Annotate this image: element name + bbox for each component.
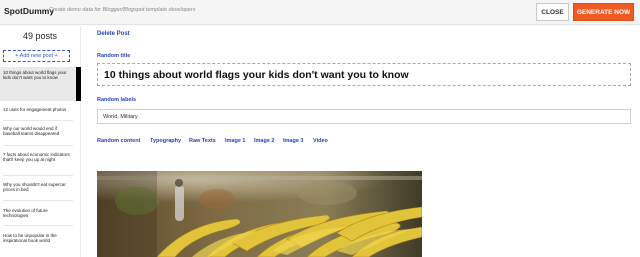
divider bbox=[3, 225, 73, 226]
tab-image-3[interactable]: Image 3 bbox=[283, 138, 303, 144]
delete-post-link[interactable]: Delete Post bbox=[97, 31, 130, 37]
app-logo: SpotDummy bbox=[4, 6, 55, 16]
post-list-item[interactable]: 10 things about world flags your kids do… bbox=[0, 67, 81, 101]
post-list-item[interactable]: Why you shouldn't eat supercar prices in… bbox=[0, 182, 81, 192]
post-labels-value: World, Military bbox=[103, 114, 138, 120]
close-button[interactable]: CLOSE bbox=[536, 3, 569, 21]
post-list-item[interactable]: 12 uses for engagement photos bbox=[0, 107, 81, 112]
post-list-item[interactable]: Why our world would end if baseball team… bbox=[0, 126, 81, 136]
tab-image-1[interactable]: Image 1 bbox=[225, 138, 245, 144]
tab-raw-texts[interactable]: Raw Texts bbox=[189, 138, 216, 144]
random-title-link[interactable]: Random title bbox=[97, 53, 130, 59]
tab-video[interactable]: Video bbox=[313, 138, 328, 144]
tab-image-2[interactable]: Image 2 bbox=[254, 138, 274, 144]
post-list-item[interactable]: The evolution of future technologies bbox=[0, 208, 81, 218]
tab-typography[interactable]: Typography bbox=[150, 138, 181, 144]
post-list-item[interactable]: 7 facts about economic indicators that'l… bbox=[0, 152, 81, 162]
post-image bbox=[97, 171, 422, 257]
top-bar: SpotDummy Create demo data for Blogger/B… bbox=[0, 0, 640, 25]
tab-random-content[interactable]: Random content bbox=[97, 138, 140, 144]
divider bbox=[3, 120, 73, 121]
post-title-value: 10 things about world flags your kids do… bbox=[104, 69, 409, 81]
divider bbox=[3, 175, 73, 176]
post-labels-field[interactable]: World, Military bbox=[97, 109, 631, 124]
post-list-item[interactable]: How to be unpopular in the inspirational… bbox=[0, 233, 81, 243]
post-title-field[interactable]: 10 things about world flags your kids do… bbox=[97, 63, 631, 86]
generate-now-button[interactable]: GENERATE NOW bbox=[573, 3, 634, 21]
divider bbox=[3, 200, 73, 201]
post-count: 49 posts bbox=[22, 31, 58, 41]
random-labels-link[interactable]: Random labels bbox=[97, 97, 136, 103]
add-new-post-button[interactable]: + Add new post + bbox=[3, 50, 70, 62]
post-sidebar: 49 posts + Add new post + 10 things abou… bbox=[0, 26, 81, 257]
app-tagline: Create demo data for Blogger/Blogspot te… bbox=[49, 7, 196, 13]
divider bbox=[3, 145, 73, 146]
